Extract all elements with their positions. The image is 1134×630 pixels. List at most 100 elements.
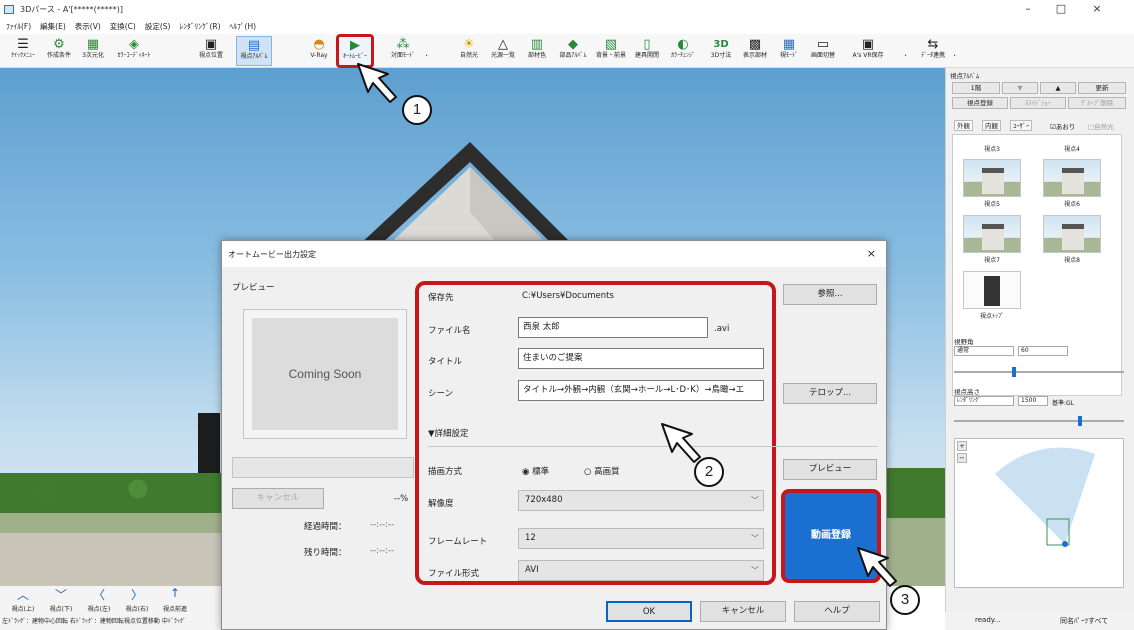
down-button[interactable]: ▼ — [1002, 82, 1038, 94]
menu-edit[interactable]: 編集(E) — [40, 21, 66, 32]
conditions-icon: ⚙ — [53, 37, 65, 52]
preview-button[interactable]: プレビュー — [783, 459, 877, 480]
menu-file[interactable]: ﾌｧｲﾙ(F) — [6, 21, 31, 32]
tab-exterior[interactable]: 外観 — [954, 120, 973, 131]
view-left-icon[interactable]: 〈 — [80, 586, 118, 604]
sunlight-button[interactable]: ☀ 自然光 — [452, 36, 486, 66]
app-window: 3Dパース - A'[*****(*****)] – □ × ﾌｧｲﾙ(F) 編… — [0, 0, 1134, 630]
hedge — [0, 473, 230, 513]
scene-input[interactable]: タイトル→外観→内観（玄関→ホール→L･D･K）→鳥瞰→エ — [518, 380, 764, 401]
conditions-button[interactable]: ⚙ 作成条件 — [42, 36, 76, 66]
screen-switch-button[interactable]: ▭ 画面切替 — [806, 36, 840, 66]
view-thumbnail[interactable] — [1043, 159, 1101, 197]
view-album-button[interactable]: ▤ 視点ｱﾙﾊﾞﾑ — [236, 36, 272, 66]
thumbnail-label: 視点6 — [1064, 201, 1080, 208]
browse-button[interactable]: 参照... — [783, 284, 877, 305]
tab-interior[interactable]: 内観 — [982, 120, 1001, 131]
chevron-down-icon: ﹀ — [751, 496, 759, 505]
progress-cancel-button[interactable]: キャンセル — [232, 488, 324, 509]
dialog-title-bar: オートムービー出力設定 × — [222, 241, 886, 267]
fov-value-input[interactable]: 60 — [1018, 346, 1068, 356]
refresh-button[interactable]: 更新 — [1078, 82, 1126, 94]
resolution-select[interactable]: 720x480 ﹀ — [518, 490, 764, 511]
menu-rendering[interactable]: ﾚﾝﾀﾞﾘﾝｸﾞ(R) — [179, 21, 220, 32]
parts-album-button[interactable]: ◆ 部品ｱﾙﾊﾞﾑ — [554, 36, 592, 66]
view-right-icon[interactable]: 〉 — [118, 586, 156, 604]
paving — [0, 533, 230, 586]
view-up-icon[interactable]: ︿ — [4, 586, 42, 604]
background-button[interactable]: ▧ 背景・前景 — [594, 36, 628, 66]
status-bar: ready... 同名ﾊﾟｰﾂすべて — [945, 612, 1134, 630]
menu-view[interactable]: 表示(V) — [75, 21, 101, 32]
cancel-button[interactable]: キャンセル — [700, 601, 786, 622]
delete-group-button[interactable]: ｸﾞﾙｰﾌﾟ削除 — [1068, 97, 1126, 109]
menu-icon: ☰ — [17, 37, 29, 52]
file-name-input[interactable]: 西泉 太郎 — [518, 317, 708, 338]
color-change-icon: ◐ — [677, 37, 689, 52]
help-button[interactable]: ヘルプ — [794, 601, 880, 622]
dialog-close-button[interactable]: × — [867, 247, 876, 260]
sunlight-checkbox[interactable]: □自然光 — [1088, 121, 1114, 131]
fov-slider[interactable] — [954, 371, 1124, 373]
material-color-button[interactable]: ▥ 部材色 — [520, 36, 554, 66]
3d-button[interactable]: ▦ 3次元化 — [76, 36, 110, 66]
plan-mini-map[interactable]: + − — [954, 438, 1124, 588]
3d-icon: ▦ — [86, 37, 100, 52]
view-navigation: ︿ ﹀ 〈 〉 ↑ 視点(上) 視点(下) 視点(左) 視点(右) 視点前進 左… — [0, 586, 230, 630]
fov-mode-select[interactable]: 通常 — [954, 346, 1014, 356]
3d-dimension-button[interactable]: 3D 3D寸法 — [704, 36, 738, 66]
view-down-icon[interactable]: ﹀ — [42, 586, 80, 604]
framerate-select[interactable]: 12 ﹀ — [518, 528, 764, 549]
menu-help[interactable]: ﾍﾙﾌﾟ(H) — [230, 21, 257, 32]
door-button[interactable]: ▯ 建具開閉 — [630, 36, 664, 66]
minimize-button[interactable]: – — [1013, 0, 1043, 18]
view-thumbnail[interactable] — [963, 271, 1021, 309]
view-forward-icon[interactable]: ↑ — [156, 586, 194, 604]
view-album-panel: 視点ｱﾙﾊﾞﾑ 1階 ▼ ▲ 更新 視点登録 ｽﾗｲﾄﾞｼｮｰ ｸﾞﾙｰﾌﾟ削除… — [945, 68, 1134, 612]
menu-convert[interactable]: 変換(C) — [110, 21, 136, 32]
mouse-hint: 左ﾄﾞﾗｯｸﾞ：建物中心回転 右ﾄﾞﾗｯｸﾞ：建物回転視点位置移動 中ﾄﾞﾗｯｸ… — [2, 618, 186, 625]
height-mode-select[interactable]: ﾚﾝﾀﾞﾘﾝｸﾞ — [954, 396, 1014, 406]
ok-button[interactable]: OK — [606, 601, 692, 622]
color-change-button[interactable]: ◐ ｶﾗｰﾁｪﾝｼﾞ — [664, 36, 702, 66]
render-standard-radio[interactable]: ◉ 標準 — [522, 465, 549, 477]
view-thumbnail[interactable] — [1043, 215, 1101, 253]
remaining-value: --:--:-- — [370, 546, 395, 556]
data-link-button[interactable]: ⇆ ﾃﾞｰﾀ連携 — [916, 36, 950, 66]
fov-slider-handle[interactable] — [1012, 367, 1016, 377]
quick-menu-button[interactable]: ☰ ｸｲｯｸﾒﾆｭｰ — [6, 36, 40, 66]
details-toggle[interactable]: ▼詳細設定 — [428, 427, 469, 439]
view-mode-button[interactable]: ▦ 視ﾓｰﾄﾞ — [772, 36, 806, 66]
register-view-button[interactable]: 視点登録 — [952, 97, 1008, 109]
height-slider-handle[interactable] — [1078, 416, 1082, 426]
height-value-input[interactable]: 1500 — [1018, 396, 1048, 406]
title-bar: 3Dパース - A'[*****(*****)] – □ × — [0, 0, 1134, 18]
remaining-label: 残り時間： — [304, 548, 347, 558]
height-slider[interactable] — [954, 420, 1124, 422]
light-list-button[interactable]: △ 光源一覧 — [486, 36, 520, 66]
title-label: タイトル — [428, 357, 463, 367]
vray-button[interactable]: ◓ V-Ray — [302, 36, 336, 66]
thumbnail-label: 視点5 — [984, 201, 1000, 208]
vr-save-button[interactable]: ▣ A's VR保存 — [846, 36, 890, 66]
render-high-quality-radio[interactable]: ○ 高画質 — [584, 465, 620, 477]
up-button[interactable]: ▲ — [1040, 82, 1076, 94]
tab-user[interactable]: ﾕｰｻﾞｰ — [1010, 120, 1033, 131]
telop-button[interactable]: テロップ... — [783, 383, 877, 404]
view-thumbnail[interactable] — [963, 159, 1021, 197]
divider — [428, 446, 878, 447]
maximize-button[interactable]: □ — [1046, 0, 1076, 18]
tilt-checkbox[interactable]: ☑あおり — [1050, 121, 1075, 131]
slideshow-button[interactable]: ｽﾗｲﾄﾞｼｮｰ — [1010, 97, 1066, 109]
color-coordinate-button[interactable]: ◈ ｶﾗｰｺｰﾃﾞｨﾈｰﾄ — [114, 36, 154, 66]
title-input[interactable]: 住まいのご提案 — [518, 348, 764, 369]
preview-label: プレビュー — [232, 283, 275, 293]
view-position-button[interactable]: ▣ 視点位置 — [194, 36, 228, 66]
floor-select[interactable]: 1階 — [952, 82, 1000, 94]
display-parts-button[interactable]: ▩ 表示部材 — [738, 36, 772, 66]
menu-settings[interactable]: 設定(S) — [145, 21, 171, 32]
close-button[interactable]: × — [1082, 0, 1112, 18]
file-format-select[interactable]: AVI ﹀ — [518, 560, 764, 581]
view-thumbnail[interactable] — [963, 215, 1021, 253]
toolbar: ☰ ｸｲｯｸﾒﾆｭｰ ⚙ 作成条件 ▦ 3次元化 ◈ ｶﾗｰｺｰﾃﾞｨﾈｰﾄ ▣ 視点位置… — [0, 34, 1134, 68]
